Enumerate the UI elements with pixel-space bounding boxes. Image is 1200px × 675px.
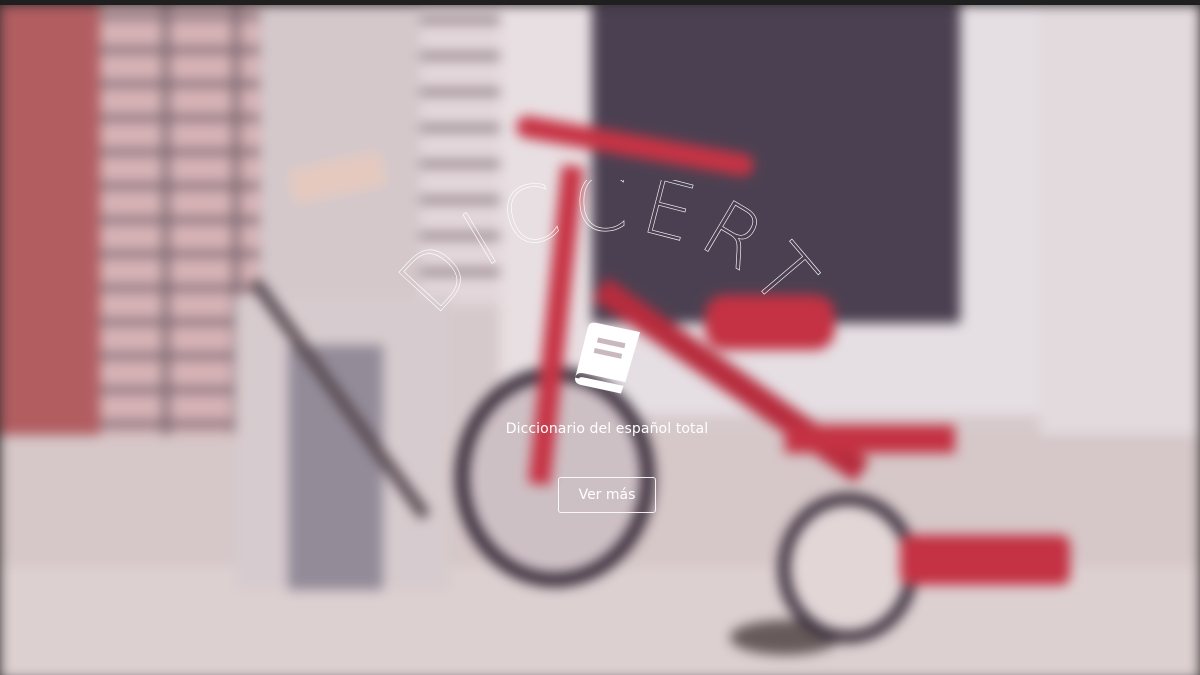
book-icon: [575, 322, 641, 394]
site-tagline: Diccionario del español total: [505, 421, 709, 437]
logo-wordmark: DICCERT: [382, 180, 839, 331]
hero-section: DICCERT Diccionario del español total Ve…: [0, 0, 1200, 675]
ver-mas-button[interactable]: Ver más: [558, 477, 656, 513]
logo-wordmark-text: DICCERT: [382, 180, 829, 331]
page: DICCERT Diccionario del español total Ve…: [0, 0, 1200, 675]
